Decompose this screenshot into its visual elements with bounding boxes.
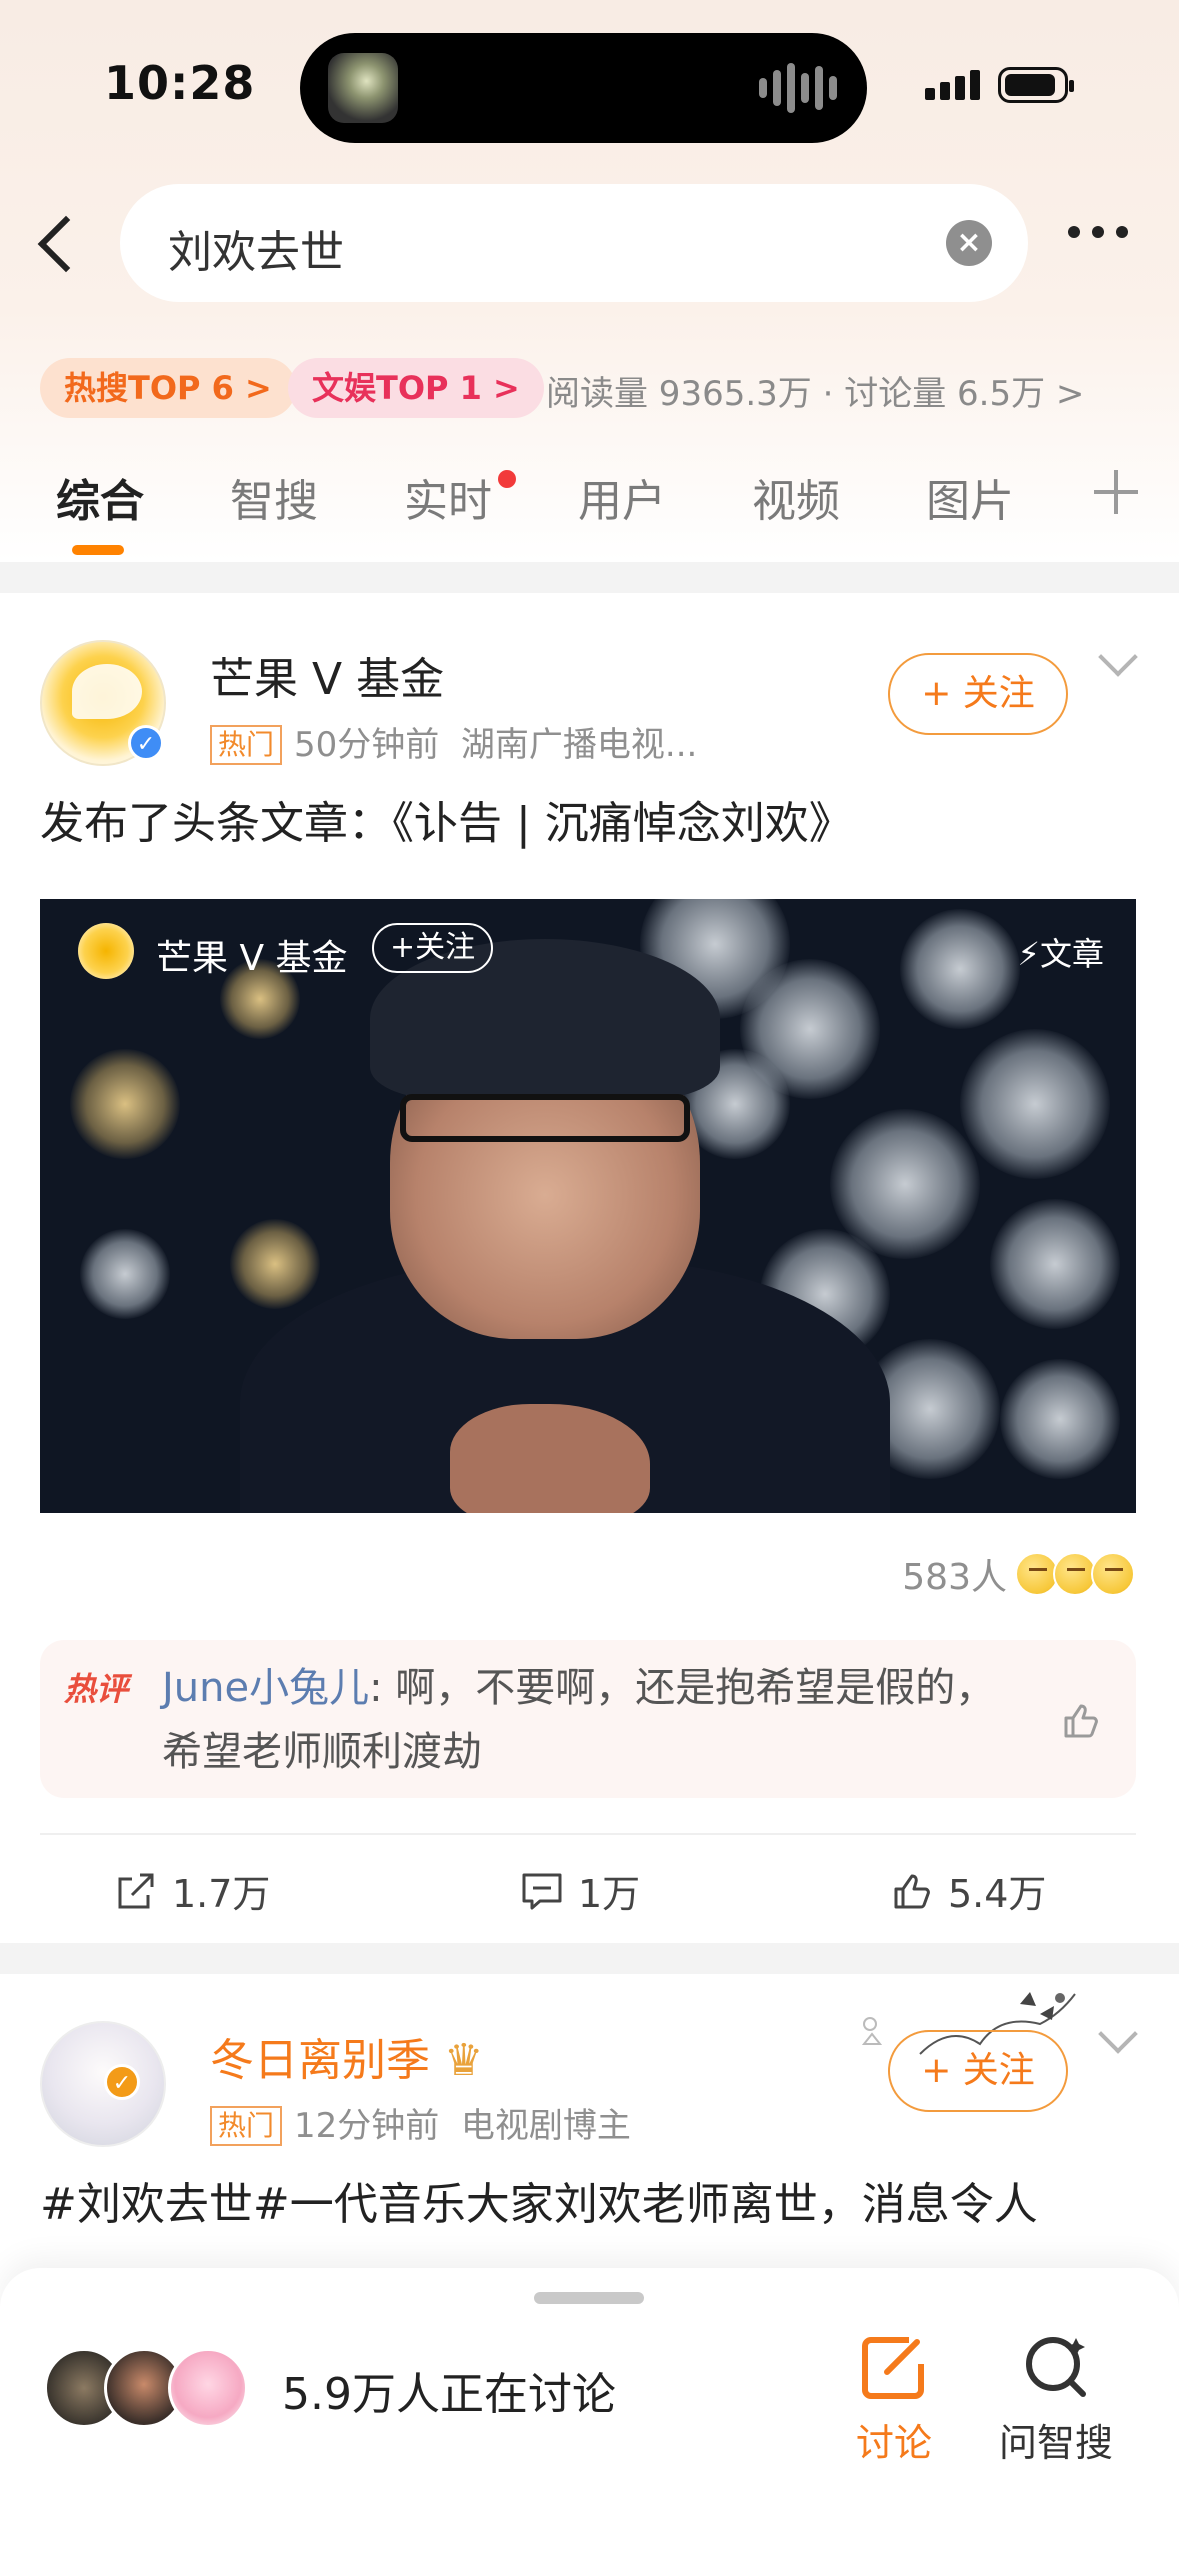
post-action-bar: 1.7万 1万 5.4万 (40, 1833, 1136, 1941)
status-time: 10:28 (104, 56, 256, 110)
post-username[interactable]: 芒果 V 基金 (210, 643, 444, 707)
thumbs-up-icon[interactable] (1058, 1698, 1102, 1742)
article-cover-image[interactable]: 芒果 V 基金 +关注 ⚡文章 (40, 899, 1136, 1513)
comment-username[interactable]: June小兔儿 (162, 1665, 369, 1711)
mango-logo-icon (72, 664, 142, 719)
header: 10:28 刘欢去世 × 热搜TOP 6 > 文娱TOP 1 > 阅读量 936… (0, 0, 1179, 562)
now-playing-artwork (328, 53, 398, 123)
realtime-new-dot (498, 470, 516, 488)
like-count: 5.4万 (948, 1872, 1047, 1916)
tab-comprehensive[interactable]: 综合 (56, 465, 144, 529)
topic-stats[interactable]: 阅读量 9365.3万 · 讨论量 6.5万 > (546, 366, 1084, 415)
post-source: 湖南广播电视... (460, 725, 698, 765)
dot-icon (1116, 226, 1128, 238)
post-time: 12分钟前 (294, 2106, 440, 2146)
article-type-label: ⚡文章 (1017, 935, 1104, 973)
cellular-signal-icon (925, 70, 980, 100)
chevron-down-icon[interactable] (1098, 2014, 1138, 2054)
comment-button[interactable]: 1万 (520, 1863, 640, 1918)
person-glasses (400, 1094, 690, 1142)
article-follow-button[interactable]: +关注 (372, 923, 494, 973)
chevron-down-icon[interactable] (1098, 637, 1138, 677)
post-meta: 热门 12分钟前 电视剧博主 (210, 2098, 631, 2147)
hot-label: 热门 (210, 2106, 283, 2146)
discuss-button[interactable]: 讨论 (834, 2332, 954, 2467)
post-meta: 热门 50分钟前 湖南广播电视... (210, 717, 697, 766)
dynamic-island[interactable] (300, 33, 867, 143)
reactions-count: 583人 (902, 1557, 1007, 1598)
share-icon (118, 1873, 154, 1908)
verified-badge-icon: ✓ (128, 725, 164, 761)
hot-comment[interactable]: 热评 June小兔儿: 啊，不要啊，还是抱希望是假的，希望老师顺利渡劫 (40, 1640, 1136, 1798)
dot-icon (1092, 226, 1104, 238)
crown-badge-icon: ♛ (444, 2035, 484, 2086)
dot-icon (1068, 226, 1080, 238)
tab-images[interactable]: 图片 (926, 465, 1014, 529)
status-bar: 10:28 (0, 0, 1179, 170)
article-header: 芒果 V 基金 +关注 ⚡文章 (40, 899, 1136, 999)
tab-realtime[interactable]: 实时 (404, 465, 492, 529)
hot-comment-tag: 热评 (64, 1670, 129, 1708)
smart-search-icon (1026, 2337, 1086, 2397)
thumbs-up-icon (894, 1874, 930, 1908)
ask-smart-search-button[interactable]: 问智搜 (996, 2332, 1116, 2467)
tab-users[interactable]: 用户 (578, 465, 666, 529)
back-button[interactable] (30, 210, 80, 280)
article-author: 芒果 V 基金 (156, 938, 348, 979)
avatar[interactable] (40, 2021, 166, 2147)
avatar (168, 2348, 248, 2428)
search-tabs: 综合 智搜 实时 用户 视频 图片 (0, 465, 1179, 555)
smile-emoji-icon (1091, 1552, 1135, 1596)
add-tab-icon[interactable] (1094, 470, 1138, 514)
post-source: 电视剧博主 (460, 2106, 631, 2146)
more-options-button[interactable] (1068, 226, 1128, 238)
post-card[interactable]: ✓ 芒果 V 基金 热门 50分钟前 湖南广播电视... + 关注 发布了头条文章… (0, 593, 1179, 1943)
follow-button[interactable]: + 关注 (888, 2030, 1068, 2112)
ask-label: 问智搜 (998, 2421, 1113, 2465)
post-time: 50分钟前 (294, 725, 440, 765)
hot-search-rank-tag[interactable]: 热搜TOP 6 > (40, 358, 296, 418)
search-query: 刘欢去世 (168, 227, 344, 278)
like-button[interactable]: 5.4万 (890, 1863, 1046, 1918)
repost-button[interactable]: 1.7万 (114, 1863, 270, 1918)
follow-button[interactable]: + 关注 (888, 653, 1068, 735)
comment-icon (522, 1873, 562, 1909)
post-text[interactable]: #刘欢去世#一代音乐大家刘欢老师离世，消息令人 (40, 2172, 1038, 2238)
post-text-content: #刘欢去世#一代音乐大家刘欢老师离世，消息令人 (40, 2179, 1038, 2230)
repost-count: 1.7万 (172, 1872, 271, 1916)
discussion-count[interactable]: 5.9万人正在讨论 (282, 2358, 616, 2422)
tab-videos[interactable]: 视频 (752, 465, 840, 529)
discussion-bottom-bar[interactable]: 5.9万人正在讨论 讨论 问智搜 (0, 2268, 1179, 2556)
post-username[interactable]: 冬日离别季 ♛ (210, 2024, 483, 2088)
comment-count: 1万 (578, 1872, 641, 1916)
entertainment-rank-tag[interactable]: 文娱TOP 1 > (288, 358, 544, 418)
audio-wave-icon (759, 63, 837, 113)
active-tab-indicator (72, 545, 124, 555)
reactions-summary[interactable]: 583人 (902, 1548, 1135, 1600)
avatar (78, 923, 134, 979)
post-text[interactable]: 发布了头条文章：《讣告 | 沉痛悼念刘欢》 (40, 791, 853, 857)
verified-badge-icon: ✓ (104, 2064, 140, 2100)
drag-handle[interactable] (534, 2292, 644, 2304)
hot-label: 热门 (210, 725, 283, 765)
edit-icon (862, 2337, 924, 2399)
tab-smart-search[interactable]: 智搜 (230, 465, 318, 529)
search-input[interactable]: 刘欢去世 × (120, 184, 1028, 302)
clear-search-button[interactable]: × (946, 220, 992, 266)
hot-comment-text: June小兔儿: 啊，不要啊，还是抱希望是假的，希望老师顺利渡劫 (162, 1656, 1022, 1784)
post-username-text: 冬日离别季 (210, 2035, 430, 2086)
battery-icon (998, 67, 1074, 103)
discuss-label: 讨论 (855, 2421, 932, 2465)
person-hand (450, 1404, 650, 1513)
